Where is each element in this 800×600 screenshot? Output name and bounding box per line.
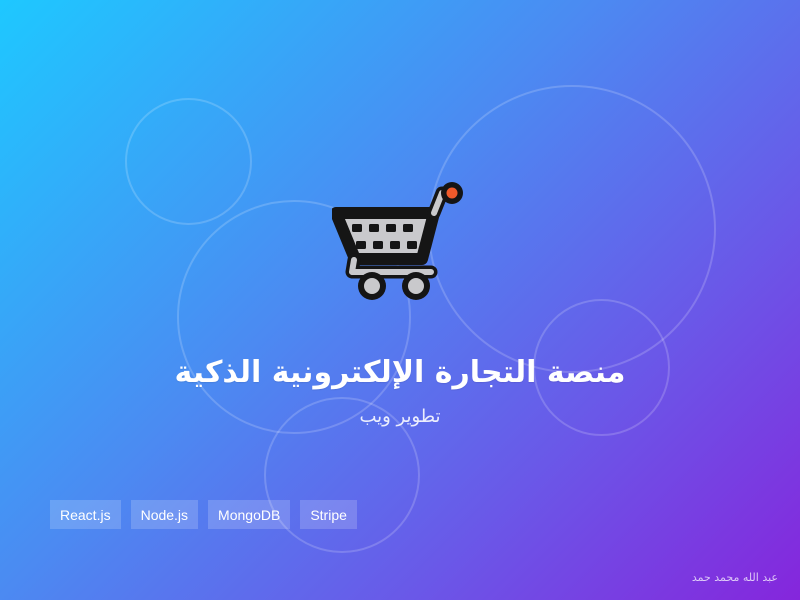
shopping-cart-icon <box>332 182 463 300</box>
tech-tag-mongodb: MongoDB <box>208 500 291 529</box>
project-category: تطوير ويب <box>359 406 441 427</box>
hero-section: منصة التجارة الإلكترونية الذكية تطوير وي… <box>0 0 800 600</box>
tech-tag-node: Node.js <box>130 500 199 529</box>
tech-tag-stripe: Stripe <box>300 500 357 529</box>
tech-tag-react: React.js <box>50 500 121 529</box>
project-title: منصة التجارة الإلكترونية الذكية <box>174 355 626 390</box>
tech-stack-tags: React.js Node.js MongoDB Stripe <box>50 500 357 529</box>
author-name: عبد الله محمد حمد <box>691 571 778 584</box>
